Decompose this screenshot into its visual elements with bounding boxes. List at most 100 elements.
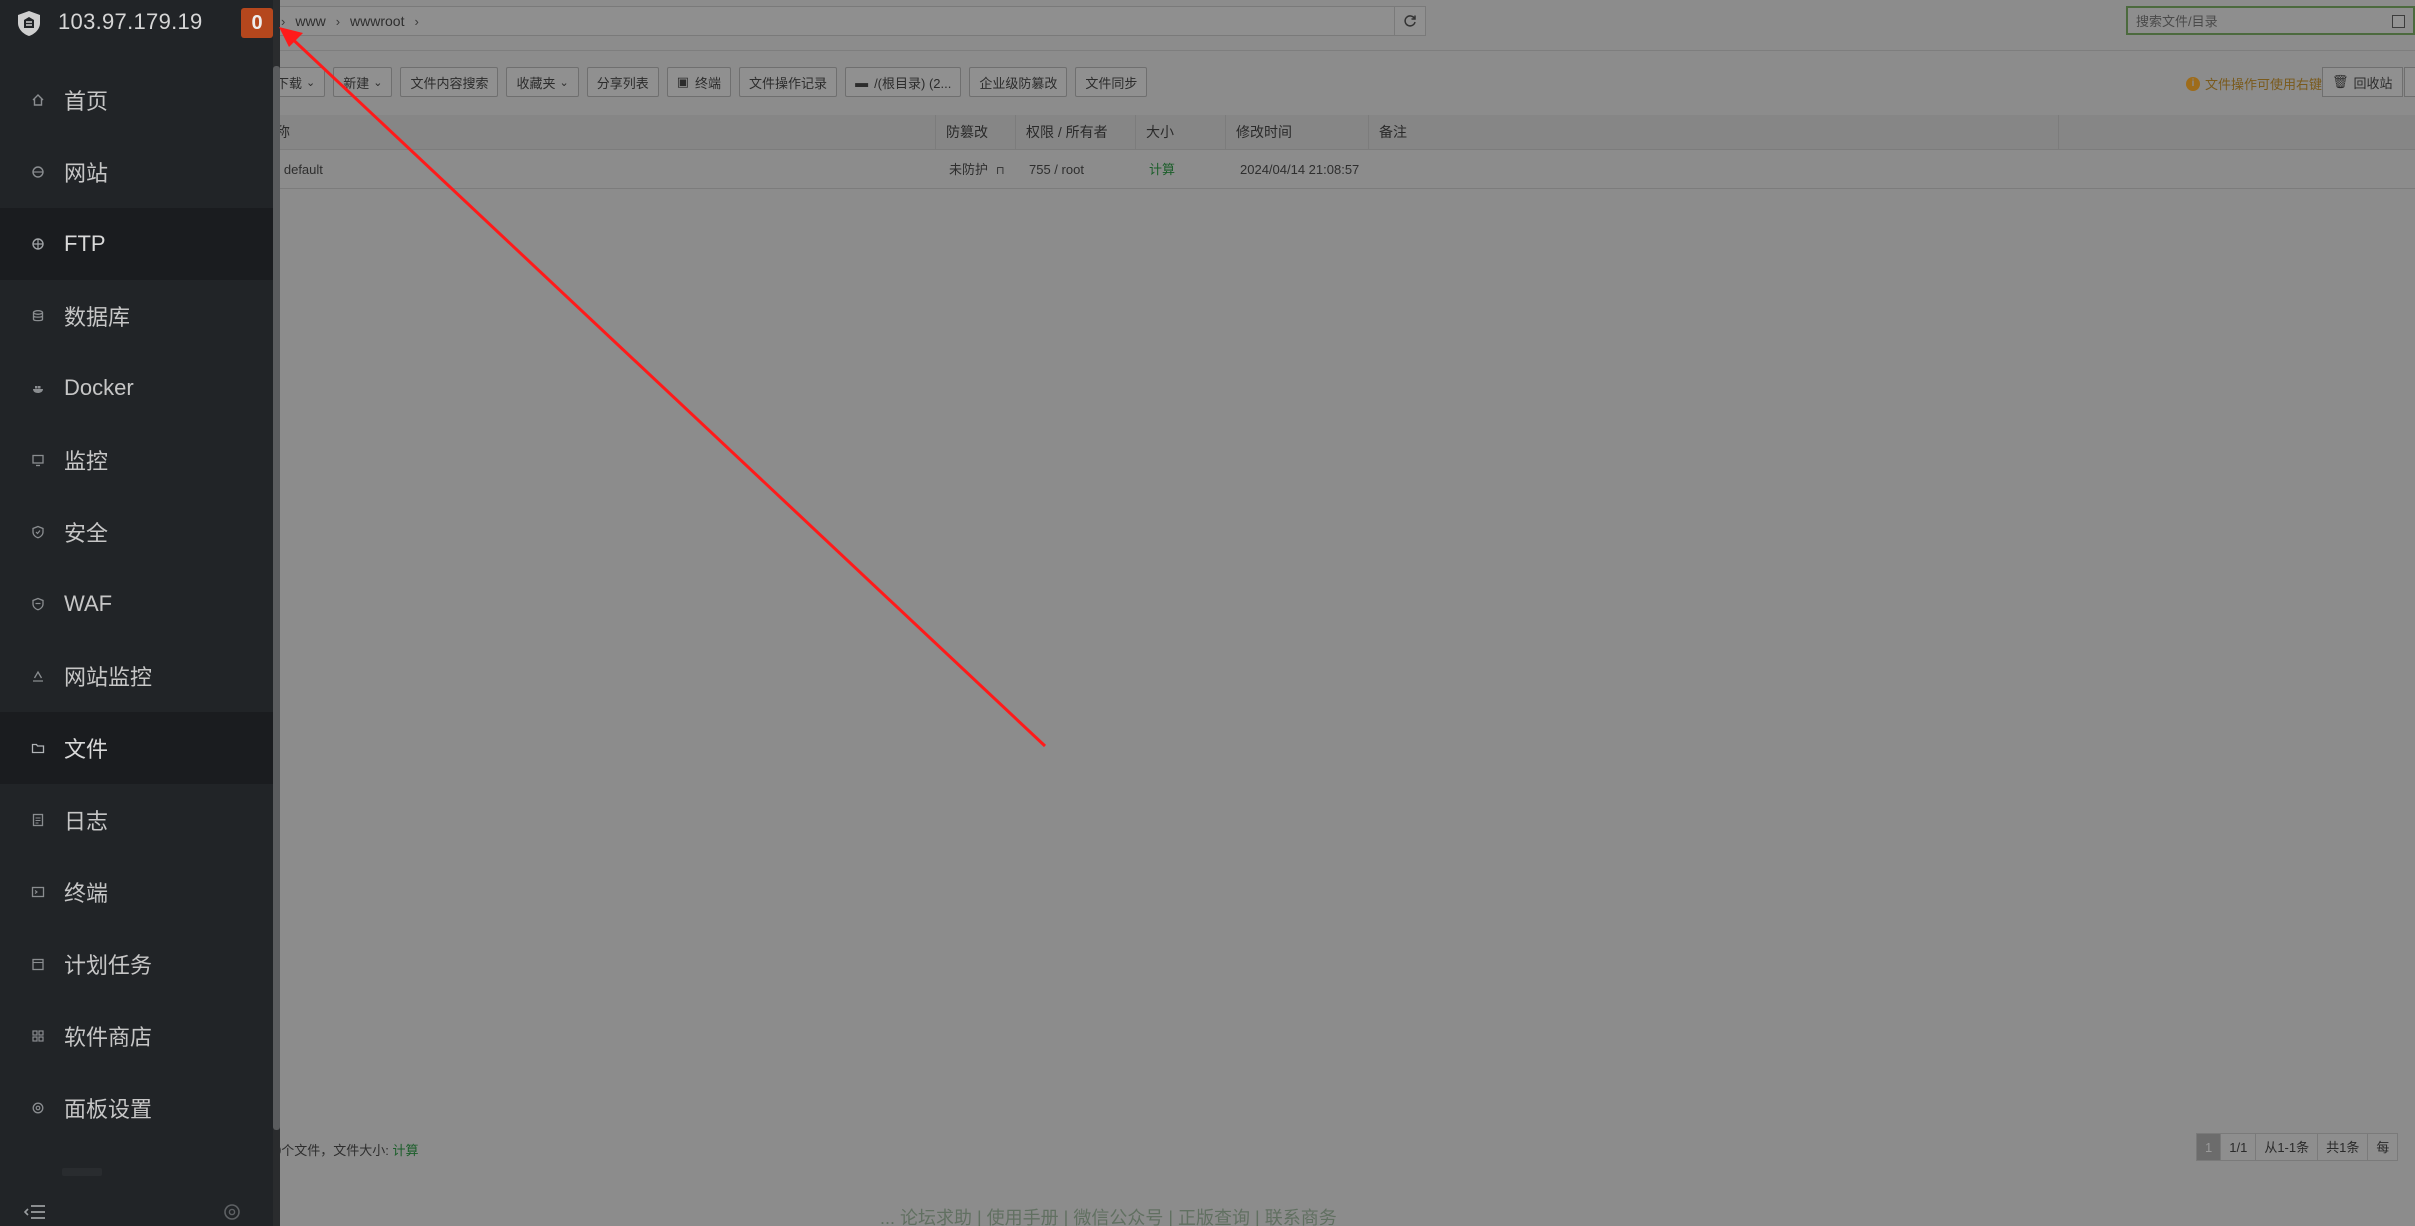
recycle-bin-button[interactable]: 🗑 回收站 [2322,67,2403,97]
sidebar-item-store[interactable]: 软件商店 [0,1000,273,1072]
page-current[interactable]: 1 [2196,1133,2222,1161]
button-label: 文件操作记录 [749,75,828,91]
cron-icon [30,956,46,972]
sidebar-item-database[interactable]: 数据库 [0,280,273,352]
content-search-button[interactable]: 文件内容搜索 [400,67,499,97]
lock-open-icon: ⊓ [996,165,1005,177]
settings-icon [30,1100,46,1116]
sidebar-item-label: 网站监控 [64,665,153,690]
button-label: 回收站 [2353,75,2393,91]
disk-button[interactable]: ▬ /(根目录) (2... [845,67,962,97]
toolbar: 远程下载⌄ 新建⌄ 文件内容搜索 收藏夹⌄ 分享列表 ▣终端 文件操作记录 ▬/… [250,67,1155,97]
page-count: 1/1 [2220,1133,2257,1161]
sync-button[interactable]: 文件同步 [1075,67,1148,97]
right-click-notice: i 文件操作可使用右键 [2186,74,2322,93]
sidebar-item-docker[interactable]: Docker [0,352,273,424]
header-label: 备注 [1379,124,1407,140]
search-subdir-checkbox[interactable] [2392,15,2405,28]
sidebar-item-logs[interactable]: 日志 [0,784,273,856]
gear-icon[interactable] [221,1201,243,1223]
sidebar-item-label: FTP [64,231,106,256]
footer-links: ... 论坛求助 | 使用手册 | 微信公众号 | 正版查询 | 联系商务 [880,1208,1337,1226]
favorites-button[interactable]: 收藏夹 ⌄ [506,67,579,97]
sidebar-item-label: 安全 [64,521,109,546]
sidebar-item-label: 监控 [64,449,109,474]
sidebar-item-website[interactable]: 网站 [0,136,273,208]
ftp-icon [30,236,46,252]
notice-text: 文件操作可使用右键 [2205,77,2323,92]
col-mtime[interactable]: 修改时间 [1226,115,1369,150]
size-calc-link[interactable]: 计算 [1149,151,1175,189]
breadcrumb-item[interactable]: www › [295,13,350,29]
button-label: 文件同步 [1085,75,1138,91]
page-range: 从1-1条 [2255,1133,2319,1161]
summary-text: 0个文件，文件大小: [274,1143,393,1158]
permission-value[interactable]: 755 / root [1029,151,1084,189]
sidebar-header: 103.97.179.19 0 [0,0,273,46]
sidebar-item-security[interactable]: 安全 [0,496,273,568]
sidebar-item-label: 文件 [64,737,109,762]
tamper-label: 未防护 [949,162,989,177]
sidebar-scrollbar-thumb[interactable] [273,66,280,1130]
sidebar-item-label: 网站 [64,161,109,186]
chevron-right-icon: › [414,13,419,29]
sidebar-item-ftp[interactable]: FTP [0,208,273,280]
search-input[interactable]: 搜索文件/目录 [2126,6,2415,35]
home-icon [30,92,46,108]
log-icon [30,812,46,828]
new-button[interactable]: 新建 ⌄ [333,67,393,97]
sidebar-item-label: 计划任务 [64,953,153,978]
button-label: 收藏夹 [516,75,556,91]
sidebar-item-waf[interactable]: WAF [0,568,273,640]
more-button[interactable] [2404,67,2415,97]
share-list-button[interactable]: 分享列表 [586,67,659,97]
sidebar-item-label: 数据库 [64,305,131,330]
notification-badge[interactable]: 0 [241,8,273,38]
breadcrumb-item[interactable]: wwwroot › [350,13,429,29]
table-row[interactable]: ■default 未防护⊓ 755 / root 计算 2024/04/14 2… [262,151,2415,189]
sidebar-item-label: 首页 [64,89,109,114]
calc-size-link[interactable]: 计算 [392,1143,418,1158]
info-icon: i [2186,76,2200,91]
sidebar-item-terminal[interactable]: 终端 [0,856,273,928]
mtime-value: 2024/04/14 21:08:57 [1240,151,1359,189]
button-label: 分享列表 [596,75,649,91]
col-name[interactable]: 名称 [252,115,936,150]
path-bar[interactable]: › www › wwwroot › [262,6,1426,36]
sidebar-footer [0,1190,273,1226]
size-text: 计算 [1149,162,1176,177]
button-label: 文件内容搜索 [410,75,489,91]
refresh-button[interactable] [1394,6,1426,36]
header-label: 大小 [1146,124,1174,140]
chevron-down-icon: ⌄ [306,76,316,89]
sidebar-item-settings[interactable]: 面板设置 [0,1072,273,1144]
header-label: 权限 / 所有者 [1026,124,1108,140]
button-label: 终端 [695,75,722,91]
sidebar-item-label: 软件商店 [64,1025,153,1050]
sidebar-item-label: 日志 [64,809,109,834]
permission-text: 755 / root [1029,162,1084,177]
sidebar-item-label: WAF [64,591,113,616]
file-name: default [283,162,323,177]
sidebar-item-partial[interactable] [62,1168,102,1176]
breadcrumb-label: www [295,13,326,29]
mtime-text: 2024/04/14 21:08:57 [1240,162,1360,177]
sidebar-item-files[interactable]: 文件 [0,712,273,784]
terminal-button[interactable]: ▣ 终端 [666,67,732,97]
monitor-icon [30,452,46,468]
refresh-icon [1404,15,1416,27]
sidebar-item-label: 终端 [64,881,109,906]
sidebar-item-monitor[interactable]: 监控 [0,424,273,496]
tamper-status[interactable]: 未防护 ⊓ [949,151,1005,189]
collapse-menu-icon[interactable] [24,1203,46,1221]
file-summary: 0个文件，文件大小: 计算 [274,1140,418,1159]
page-size-select[interactable]: 每 [2367,1133,2399,1161]
sidebar-item-cron[interactable]: 计划任务 [0,928,273,1000]
trash-icon: 🗑 [2332,74,2349,89]
col-size[interactable]: 大小 [1136,115,1226,150]
op-log-button[interactable]: 文件操作记录 [739,67,838,97]
sidebar-item-home[interactable]: 首页 [0,64,273,136]
col-permission[interactable]: 权限 / 所有者 [1016,115,1136,150]
sidebar-item-site-monitor[interactable]: 网站监控 [0,640,273,712]
tamper-button[interactable]: 企业级防篡改 [969,67,1068,97]
